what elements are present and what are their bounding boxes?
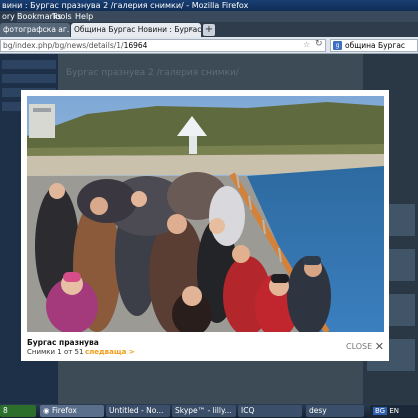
search-engine-icon[interactable]: g	[333, 41, 342, 50]
tray-secondary: EN	[389, 407, 400, 415]
menu-bar: ory Bookmarks Tools Help	[0, 11, 418, 22]
nav-bar: bg/index.php/bg/news/details/1/16964 ☆ ↻…	[0, 37, 418, 54]
photo-illustration	[27, 96, 384, 332]
firefox-icon: ◉	[43, 406, 50, 415]
taskbar: 8 ◉ Firefox Untitled - No... Skype™ - li…	[0, 404, 418, 418]
system-tray: BG EN	[370, 405, 418, 417]
language-indicator[interactable]: BG	[373, 407, 388, 415]
window-title: вини : Бургас празнува 2 /галерия снимки…	[0, 0, 418, 11]
close-label: CLOSE	[346, 342, 373, 351]
lightbox: Бургас празнува Снимки 1 от 51 следваща …	[21, 90, 389, 361]
search-input[interactable]: g община Бургас	[330, 39, 418, 52]
menu-help[interactable]: Help	[73, 11, 95, 22]
taskbar-item-desy[interactable]: desy	[306, 405, 364, 417]
page-heading: Бургас празнува 2 /галерия снимки/	[66, 68, 239, 78]
taskbar-item-notepad[interactable]: Untitled - No...	[106, 405, 170, 417]
close-icon[interactable]: x	[187, 25, 195, 33]
menu-tools[interactable]: Tools	[50, 11, 74, 22]
gallery-photo[interactable]	[27, 96, 384, 332]
address-bar[interactable]: bg/index.php/bg/news/details/1/16964	[0, 39, 326, 52]
photo-counter: Снимки 1 от 51	[27, 348, 84, 356]
address-prefix: bg/index.php/bg/news/details/1/	[3, 41, 124, 50]
search-value: община Бургас	[345, 41, 406, 50]
star-icon[interactable]: ☆	[303, 40, 310, 49]
close-button[interactable]: CLOSE ✕	[346, 340, 384, 353]
taskbar-item-firefox[interactable]: ◉ Firefox	[40, 405, 104, 417]
taskbar-item-skype[interactable]: Skype™ - lilly...	[172, 405, 236, 417]
tab-bar: фотографска аг... Община Бургас Новини :…	[0, 22, 418, 37]
tab-photo-agency[interactable]: фотографска аг...	[0, 23, 70, 37]
close-icon: ✕	[374, 340, 384, 353]
new-tab-button[interactable]: +	[203, 24, 215, 36]
taskbar-item-label: Firefox	[51, 406, 77, 415]
address-id: 16964	[123, 41, 148, 50]
taskbar-item-icq[interactable]: ICQ	[238, 405, 302, 417]
next-photo-link[interactable]: следваща >	[85, 348, 135, 356]
start-button[interactable]: 8	[0, 405, 36, 417]
tab-burgas-news[interactable]: Община Бургас Новини : Бургас пр...	[71, 23, 201, 37]
photo-caption-title: Бургас празнува	[27, 338, 99, 347]
reload-icon[interactable]: ↻	[315, 39, 323, 49]
